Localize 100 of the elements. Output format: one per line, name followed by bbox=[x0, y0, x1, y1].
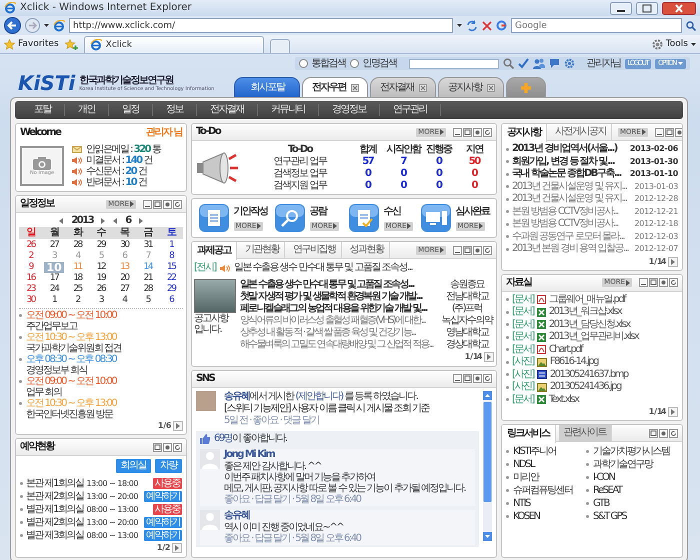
maximize-button[interactable] bbox=[463, 128, 472, 136]
settings-button[interactable] bbox=[473, 374, 482, 383]
notice-title[interactable]: 국내 학술논문 종합DB구축... bbox=[512, 168, 627, 180]
panel-tab[interactable]: 성과현황 bbox=[344, 242, 390, 258]
service-link[interactable]: NDSL bbox=[513, 458, 534, 470]
project-title[interactable]: 양식어류의 바이러스성 출혈성 패혈증(VHS)에 대한... bbox=[240, 314, 438, 326]
refresh-button[interactable] bbox=[669, 428, 678, 438]
computer-icon[interactable] bbox=[420, 204, 450, 232]
menu-item[interactable]: 전자결재 bbox=[197, 104, 258, 116]
notice-title[interactable]: 2013년 건물시설운영 및 유지... bbox=[512, 180, 632, 193]
panel-tab[interactable]: 링크서비스 bbox=[502, 425, 556, 442]
notice-title[interactable]: 2013년 경비업역서(서울...) bbox=[512, 143, 627, 156]
calendar-day[interactable]: 28 bbox=[138, 284, 158, 295]
menu-item[interactable]: 일정 bbox=[109, 104, 153, 116]
portal-tab[interactable]: 공지사항 bbox=[438, 77, 504, 97]
calendar-day[interactable]: 29 bbox=[162, 284, 181, 295]
caret-icon[interactable] bbox=[642, 129, 646, 135]
minimize-button[interactable] bbox=[453, 128, 462, 136]
service-link[interactable]: KOSEN bbox=[513, 510, 540, 522]
calendar-day[interactable]: 5 bbox=[138, 295, 158, 306]
caret-icon[interactable] bbox=[626, 280, 630, 286]
menu-item[interactable]: 커뮤니티 bbox=[258, 104, 319, 116]
close-button[interactable] bbox=[662, 2, 696, 14]
calendar-day[interactable]: 16 bbox=[21, 273, 40, 284]
calendar-day[interactable]: 27 bbox=[44, 240, 64, 251]
clipboard-check-icon[interactable] bbox=[348, 204, 379, 232]
dropdown-caret-icon[interactable] bbox=[44, 24, 49, 27]
calendar-day[interactable]: 30 bbox=[21, 295, 40, 306]
minimize-button[interactable] bbox=[453, 246, 462, 254]
caret-icon[interactable] bbox=[479, 223, 484, 229]
calendar-day[interactable]: 26 bbox=[91, 284, 111, 295]
service-link[interactable]: I-CON bbox=[593, 472, 614, 484]
comment-author[interactable]: 송유혜 bbox=[224, 510, 360, 522]
settings-button[interactable] bbox=[473, 246, 482, 254]
calendar-day[interactable]: 8 bbox=[162, 251, 181, 262]
notice-title[interactable]: 회원가입, 변경 등 절차 및... bbox=[512, 156, 627, 168]
caret-icon[interactable] bbox=[440, 247, 444, 253]
calendar-day[interactable]: 12 bbox=[91, 262, 111, 273]
refresh-button[interactable] bbox=[483, 246, 492, 254]
caret-icon[interactable] bbox=[407, 223, 412, 229]
refresh-button[interactable] bbox=[173, 442, 182, 452]
notice-title[interactable]: 2013년 건물시설운영 및 유지... bbox=[512, 193, 632, 206]
browser-tab[interactable]: Xclick bbox=[84, 36, 264, 53]
close-icon[interactable] bbox=[350, 84, 359, 92]
service-link[interactable]: S&T GPS bbox=[593, 510, 626, 522]
caret-icon[interactable] bbox=[175, 545, 179, 551]
calendar-day[interactable]: 2 bbox=[21, 251, 40, 262]
project-title[interactable]: 일본 수출용 생수 만수대 통무 및 고품질 조속성... bbox=[240, 278, 438, 290]
event-title[interactable]: 경영정보부 회식 bbox=[26, 364, 88, 376]
settings-button[interactable] bbox=[659, 278, 668, 287]
calendar-day[interactable]: 15 bbox=[162, 262, 181, 273]
calendar-day[interactable]: 2 bbox=[68, 295, 88, 306]
event-title[interactable]: 국가과학기술위원회 접견 bbox=[26, 342, 122, 354]
calendar-day[interactable]: 19 bbox=[91, 273, 111, 284]
radio-button[interactable] bbox=[298, 59, 308, 68]
close-icon[interactable] bbox=[418, 84, 427, 92]
service-link[interactable]: KISTI주니어 bbox=[513, 446, 556, 458]
calendar-day[interactable]: 24 bbox=[44, 284, 64, 295]
settings-button[interactable] bbox=[674, 128, 682, 136]
maximize-button[interactable] bbox=[463, 374, 472, 383]
service-link[interactable]: GTB bbox=[593, 498, 609, 510]
next-page-button[interactable] bbox=[173, 421, 183, 431]
minimize-button[interactable] bbox=[610, 2, 632, 14]
service-link[interactable]: 미리안 bbox=[513, 472, 538, 484]
calendar-day[interactable]: 22 bbox=[162, 273, 181, 284]
search-icon[interactable] bbox=[502, 58, 514, 69]
gear-icon[interactable] bbox=[564, 58, 575, 69]
portal-tab[interactable]: 회사포탈 bbox=[234, 77, 300, 97]
favorites-button[interactable]: Favorites bbox=[4, 38, 59, 50]
check-icon[interactable] bbox=[518, 58, 529, 69]
file-name[interactable]: 2013년_업무관리비.xlsx bbox=[548, 331, 638, 344]
settings-button[interactable] bbox=[473, 128, 482, 136]
quick-link-label[interactable]: 심사완료 bbox=[456, 206, 490, 218]
menu-item[interactable]: 경영정보 bbox=[319, 104, 380, 116]
comment-author[interactable]: Jong Mi Kim bbox=[224, 448, 466, 460]
search-icon[interactable] bbox=[686, 20, 696, 30]
dropdown-caret-icon[interactable] bbox=[457, 24, 462, 27]
notice-text[interactable]: 일본 수출용 생수 만수대 통무 및 고품질 조속성... bbox=[234, 262, 412, 274]
previous-year-button[interactable] bbox=[59, 218, 64, 224]
calendar-day[interactable]: 21 bbox=[138, 273, 158, 284]
file-name[interactable]: 201305241436.jpg bbox=[550, 381, 621, 394]
maximize-button[interactable] bbox=[649, 428, 658, 438]
clipboard-icon[interactable] bbox=[198, 204, 228, 232]
caret-icon[interactable] bbox=[257, 223, 262, 229]
maximize-button[interactable] bbox=[153, 200, 162, 208]
next-page-button[interactable] bbox=[484, 352, 494, 362]
next-month-button[interactable] bbox=[138, 218, 143, 224]
refresh-button[interactable] bbox=[483, 374, 492, 383]
caret-icon[interactable] bbox=[333, 223, 338, 229]
menu-item[interactable]: 정보 bbox=[153, 104, 197, 116]
caret-icon[interactable] bbox=[671, 258, 675, 264]
people-icon[interactable] bbox=[532, 58, 545, 69]
next-page-button[interactable] bbox=[668, 256, 678, 266]
project-title[interactable]: 페로니켈슬래그의 농업적 대용을 위한기술 개발 및... bbox=[240, 302, 438, 314]
author-link[interactable]: 송유혜 bbox=[224, 390, 250, 402]
next-year-button[interactable] bbox=[101, 218, 106, 224]
notice-title[interactable]: 본원 방범용 CCTV정비공사... bbox=[512, 218, 632, 230]
file-name[interactable]: F8616-14.jpg bbox=[550, 356, 598, 368]
stop-icon[interactable] bbox=[482, 20, 492, 30]
panel-tab[interactable]: 관련사이트 bbox=[558, 425, 612, 442]
